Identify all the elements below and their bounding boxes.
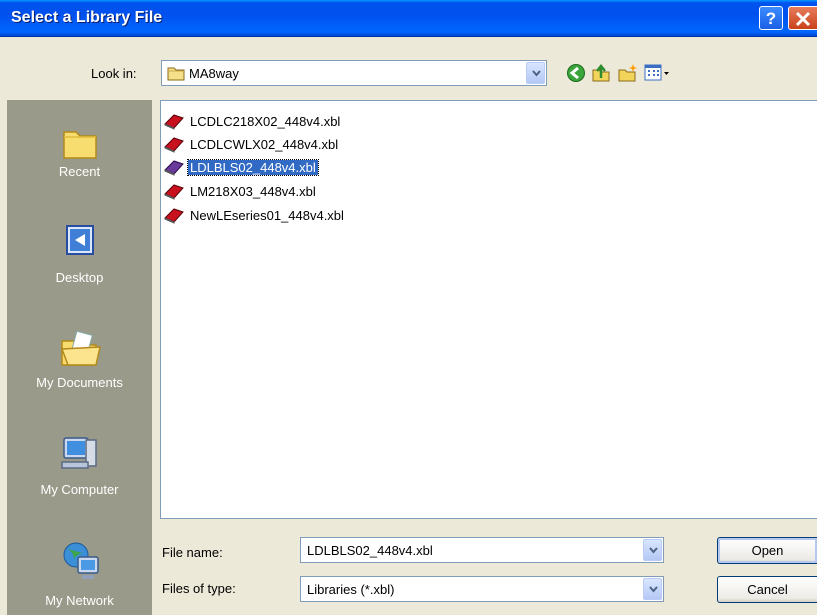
close-icon	[795, 11, 811, 27]
dialog-title: Select a Library File	[11, 9, 163, 26]
file-name-label: File name:	[162, 545, 223, 560]
file-name-combo[interactable]: LDLBLS02_448v4.xbl	[300, 537, 664, 563]
place-recent[interactable]: Recent	[7, 118, 152, 186]
close-button[interactable]	[788, 6, 817, 30]
open-button[interactable]: Open	[717, 537, 817, 564]
file-list[interactable]: LCDLC218X02_448v4.xbl LCDLCWLX02_448v4.x…	[160, 100, 817, 519]
look-in-dropdown-arrow[interactable]	[526, 62, 545, 84]
place-my-computer[interactable]: My Computer	[7, 430, 152, 502]
cancel-button[interactable]: Cancel	[717, 576, 817, 603]
up-folder-icon[interactable]	[591, 63, 611, 83]
help-button[interactable]: ?	[759, 6, 783, 30]
place-my-network[interactable]: My Network	[7, 537, 152, 615]
book-file-icon	[164, 208, 184, 224]
file-name-input[interactable]: LDLBLS02_448v4.xbl	[307, 543, 433, 558]
book-file-icon	[164, 114, 184, 130]
place-desktop[interactable]: Desktop	[7, 218, 152, 290]
look-in-label: Look in:	[91, 66, 137, 81]
file-name: LCDLC218X02_448v4.xbl	[190, 114, 341, 129]
place-label-my-network: My Network	[45, 593, 114, 608]
desktop-icon	[66, 225, 94, 255]
back-icon[interactable]	[566, 63, 586, 83]
my-documents-icon	[60, 330, 101, 366]
folder-icon	[167, 67, 185, 81]
file-name: LDLBLS02_448v4.xbl	[187, 159, 319, 176]
chevron-down-icon	[649, 586, 658, 593]
file-type-value: Libraries (*.xbl)	[307, 582, 395, 597]
chevron-down-icon	[649, 547, 658, 554]
my-network-icon	[63, 542, 99, 579]
file-name: NewLEseries01_448v4.xbl	[190, 208, 344, 223]
views-menu-icon[interactable]	[644, 63, 670, 83]
book-file-icon	[164, 184, 184, 200]
chevron-down-icon	[532, 70, 541, 77]
title-bar[interactable]: Select a Library File ?	[0, 0, 817, 37]
recent-icon	[63, 131, 97, 159]
file-name: LM218X03_448v4.xbl	[190, 184, 316, 199]
file-type-dropdown-arrow[interactable]	[643, 578, 662, 600]
book-file-icon	[164, 160, 184, 176]
look-in-dropdown[interactable]: MA8way	[161, 60, 547, 86]
new-folder-icon[interactable]	[617, 63, 639, 83]
look-in-value: MA8way	[189, 66, 239, 81]
place-my-documents[interactable]: My Documents	[7, 325, 152, 397]
place-label-my-documents: My Documents	[36, 375, 123, 390]
file-type-dropdown[interactable]: Libraries (*.xbl)	[300, 576, 664, 602]
place-label-desktop: Desktop	[55, 270, 104, 285]
file-name-dropdown-arrow[interactable]	[643, 539, 662, 561]
file-name: LCDLCWLX02_448v4.xbl	[190, 137, 339, 152]
my-computer-icon	[61, 437, 97, 469]
place-label-recent: Recent	[58, 164, 101, 179]
place-label-my-computer: My Computer	[40, 482, 119, 497]
book-file-icon	[164, 137, 184, 153]
file-type-label: Files of type:	[162, 581, 236, 596]
places-bar: Recent Desktop My Documents My Computer	[7, 100, 152, 615]
